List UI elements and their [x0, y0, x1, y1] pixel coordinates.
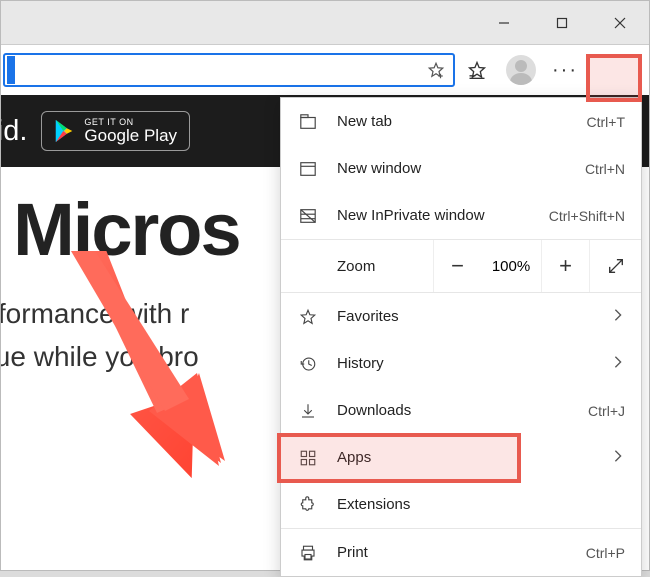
google-play-icon — [54, 119, 76, 143]
minimize-button[interactable] — [475, 1, 533, 45]
favorites-pane-icon[interactable] — [455, 48, 499, 92]
google-play-badge[interactable]: GET IT ON Google Play — [41, 111, 190, 151]
avatar-icon — [506, 55, 536, 85]
history-icon — [297, 353, 319, 375]
chevron-right-icon — [611, 308, 625, 326]
menu-zoom: Zoom − 100% + — [281, 240, 641, 292]
star-icon — [297, 306, 319, 328]
google-play-text: GET IT ON Google Play — [84, 118, 177, 144]
zoom-out-button[interactable]: − — [433, 240, 481, 292]
print-icon — [297, 542, 319, 564]
banner-text: roid. — [1, 115, 27, 148]
menu-apps[interactable]: Apps — [281, 434, 641, 481]
zoom-label: Zoom — [281, 258, 433, 275]
settings-menu: New tab Ctrl+T New window Ctrl+N New InP… — [280, 97, 642, 577]
menu-print[interactable]: Print Ctrl+P — [281, 529, 641, 576]
add-favorite-icon[interactable] — [419, 53, 453, 87]
menu-new-inprivate[interactable]: New InPrivate window Ctrl+Shift+N — [281, 192, 641, 239]
chevron-right-icon — [611, 355, 625, 373]
menu-favorites[interactable]: Favorites — [281, 293, 641, 340]
apps-icon — [297, 447, 319, 469]
browser-window: ··· roid. GET IT ON Google Play w Micros… — [0, 0, 650, 571]
new-tab-icon — [297, 111, 319, 133]
maximize-button[interactable] — [533, 1, 591, 45]
menu-extensions[interactable]: Extensions — [281, 481, 641, 528]
fullscreen-button[interactable] — [589, 240, 641, 292]
profile-button[interactable] — [499, 48, 543, 92]
menu-history[interactable]: History — [281, 340, 641, 387]
inprivate-icon — [297, 205, 319, 227]
new-window-icon — [297, 158, 319, 180]
titlebar — [1, 1, 649, 45]
download-icon — [297, 400, 319, 422]
zoom-value: 100% — [481, 258, 541, 275]
menu-new-tab[interactable]: New tab Ctrl+T — [281, 98, 641, 145]
toolbar: ··· — [1, 45, 649, 95]
settings-and-more-button[interactable]: ··· — [543, 48, 587, 92]
addr-selection — [7, 56, 15, 84]
zoom-in-button[interactable]: + — [541, 240, 589, 292]
extension-icon — [297, 494, 319, 516]
menu-downloads[interactable]: Downloads Ctrl+J — [281, 387, 641, 434]
menu-new-window[interactable]: New window Ctrl+N — [281, 145, 641, 192]
close-button[interactable] — [591, 1, 649, 45]
address-bar[interactable] — [3, 53, 455, 87]
chevron-right-icon — [611, 449, 625, 467]
